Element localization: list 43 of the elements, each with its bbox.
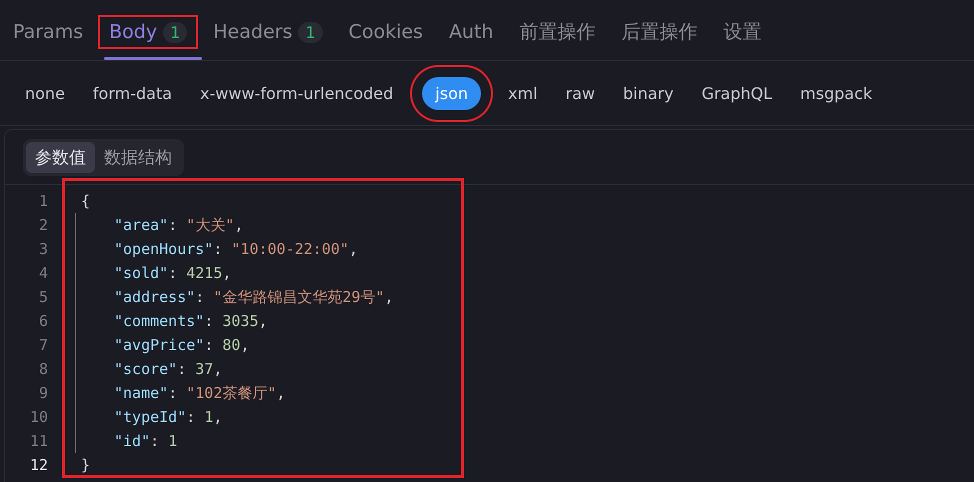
body-type-option[interactable]: form-data xyxy=(80,76,186,110)
line-number: 8 xyxy=(38,360,48,378)
code-line: "name": "102茶餐厅", xyxy=(114,384,286,402)
tab[interactable]: Headers 1 xyxy=(202,15,334,49)
line-number: 9 xyxy=(38,384,48,402)
body-type-option[interactable]: xml xyxy=(495,76,551,110)
view-switch-option[interactable]: 参数值 xyxy=(26,142,95,173)
tab[interactable]: 设置 xyxy=(712,15,772,49)
line-number: 2 xyxy=(38,216,48,234)
line-number: 3 xyxy=(38,240,48,258)
code-line: "address": "金华路锦昌文华苑29号", xyxy=(114,288,394,306)
body-type-option[interactable]: binary xyxy=(610,76,687,110)
tab[interactable]: 前置操作 xyxy=(508,15,606,49)
code-line: } xyxy=(81,456,90,474)
tab[interactable]: Params xyxy=(2,15,94,49)
count-badge: 1 xyxy=(163,22,188,42)
line-number: 1 xyxy=(38,192,48,210)
body-type-option[interactable]: raw xyxy=(552,76,608,110)
code-line: "score": 37, xyxy=(114,360,222,378)
code-line: "comments": 3035, xyxy=(114,312,268,330)
code-line: "area": "大关", xyxy=(114,216,244,234)
code-line: { xyxy=(81,192,90,210)
body-type-option[interactable]: none xyxy=(12,76,78,110)
code-line: "avgPrice": 80, xyxy=(114,336,250,354)
line-number: 6 xyxy=(38,312,48,330)
code-line: "openHours": "10:00-22:00", xyxy=(114,240,358,258)
line-number: 5 xyxy=(38,288,48,306)
line-number: 11 xyxy=(28,432,48,450)
line-number: 12 xyxy=(28,456,48,474)
tab[interactable]: Cookies xyxy=(338,15,434,49)
body-type-option[interactable]: GraphQL xyxy=(688,76,786,110)
tab[interactable]: Auth xyxy=(438,15,504,49)
line-number: 10 xyxy=(28,408,48,426)
view-switch-option[interactable]: 数据结构 xyxy=(95,142,181,173)
tab[interactable]: 后置操作 xyxy=(610,15,708,49)
code-line: "sold": 4215, xyxy=(114,264,232,282)
body-type-option[interactable]: msgpack xyxy=(787,76,886,110)
line-number: 7 xyxy=(38,336,48,354)
body-type-option[interactable]: x-www-form-urlencoded xyxy=(187,76,406,110)
code-line: "id": 1 xyxy=(114,432,178,450)
line-number: 4 xyxy=(38,264,48,282)
code-line: "typeId": 1, xyxy=(114,408,222,426)
count-badge: 1 xyxy=(298,22,323,42)
